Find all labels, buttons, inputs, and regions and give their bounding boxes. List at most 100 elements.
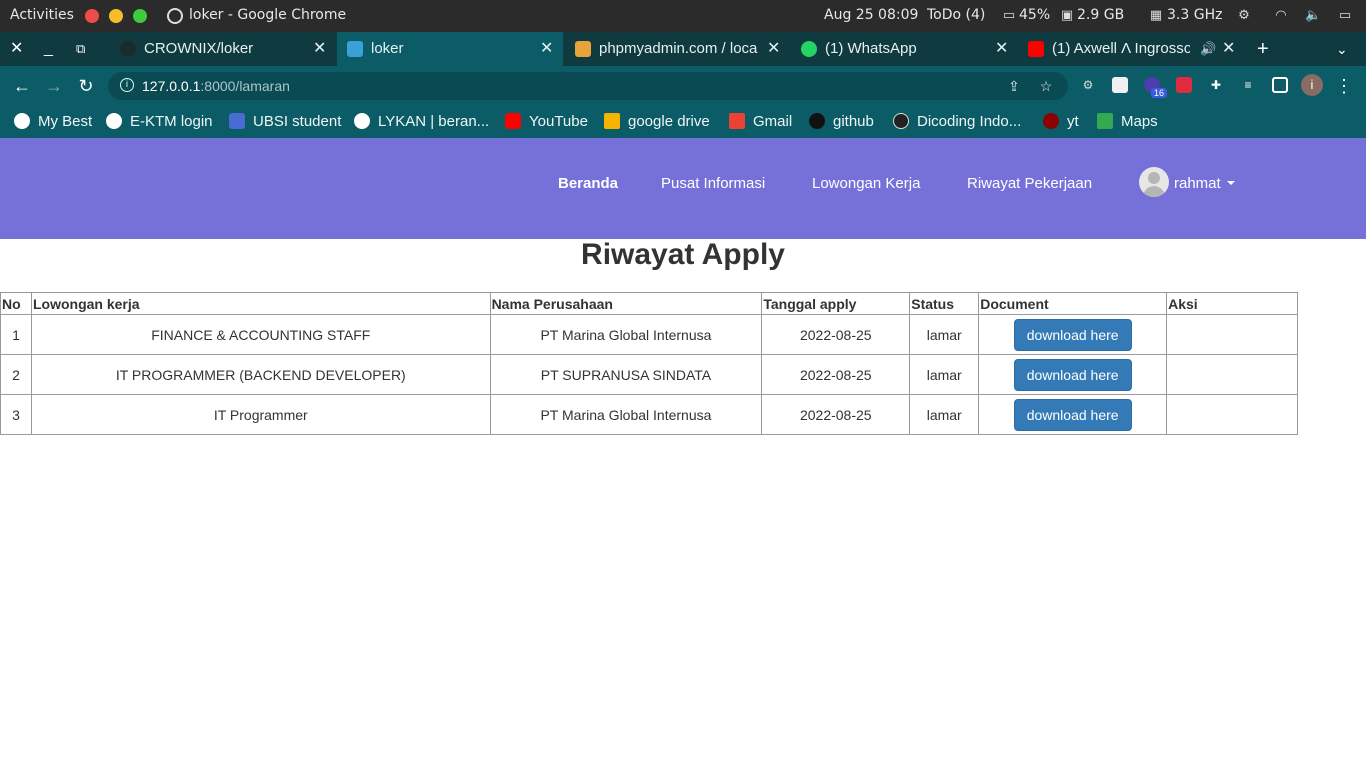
- chevron-down-icon[interactable]: ⌄: [1336, 32, 1348, 66]
- tab-crownix-loker[interactable]: CROWNIX/loker ✕: [110, 32, 335, 66]
- caret-down-icon: [1226, 181, 1235, 185]
- accessibility-icon[interactable]: ⚙: [1236, 8, 1252, 24]
- close-tab-icon[interactable]: ✕: [995, 32, 1008, 66]
- minimize-icon[interactable]: _: [44, 32, 53, 66]
- close-tab-icon[interactable]: ✕: [767, 32, 780, 66]
- yt-icon: [1043, 113, 1059, 129]
- gear-extension-icon[interactable]: ⚙: [1080, 77, 1096, 93]
- side-panel-icon[interactable]: [1272, 77, 1288, 93]
- download-button[interactable]: download here: [1013, 318, 1132, 351]
- info-icon[interactable]: i: [120, 78, 134, 92]
- bookmark-yt[interactable]: yt: [1043, 111, 1079, 133]
- col-aksi: Aksi: [1166, 292, 1298, 315]
- address-bar[interactable]: i 127.0.0.1:8000/lamaran ⇪ ☆: [108, 72, 1068, 100]
- tab-youtube[interactable]: (1) Axwell Λ Ingrosso 🔊 ✕: [1018, 32, 1243, 66]
- cpu-frequency[interactable]: 3.3 GHz: [1167, 7, 1222, 23]
- tab-label: loker: [371, 40, 404, 57]
- menu-icon[interactable]: ⋮: [1333, 75, 1355, 97]
- nav-riwayat-pekerjaan[interactable]: Riwayat Pekerjaan: [967, 175, 1092, 192]
- restore-icon[interactable]: ⧉: [76, 32, 85, 66]
- tab-label: (1) WhatsApp: [825, 40, 917, 57]
- new-tab-icon[interactable]: +: [1257, 32, 1269, 66]
- user-avatar[interactable]: [1139, 167, 1169, 197]
- user-menu[interactable]: rahmat: [1174, 175, 1235, 192]
- notes-extension-icon[interactable]: [1112, 77, 1128, 93]
- bookmarks-bar: My Best E-KTM login UBSI student LYKAN |…: [0, 106, 1366, 138]
- app-title[interactable]: loker - Google Chrome: [189, 7, 346, 23]
- tab-loker[interactable]: loker ✕: [337, 32, 563, 66]
- table-row: 2 IT PROGRAMMER (BACKEND DEVELOPER) PT S…: [0, 354, 1298, 395]
- close-tab-icon[interactable]: ✕: [313, 32, 326, 66]
- maps-icon: [1097, 113, 1113, 129]
- cell-date: 2022-08-25: [761, 354, 911, 395]
- close-tab-icon[interactable]: ✕: [540, 32, 553, 66]
- bookmark-dicoding[interactable]: Dicoding Indo...: [893, 111, 1021, 133]
- globe-icon: [106, 113, 122, 129]
- maximize-window-dot[interactable]: [133, 9, 147, 23]
- github-icon: [120, 41, 136, 57]
- cell-document: download here: [978, 354, 1168, 395]
- star-icon[interactable]: ☆: [1038, 78, 1054, 94]
- url-text[interactable]: 127.0.0.1:8000/lamaran: [142, 78, 290, 94]
- dicoding-icon: [893, 113, 909, 129]
- bookmark-youtube[interactable]: YouTube: [505, 111, 588, 133]
- bookmark-ubsi[interactable]: UBSI student: [229, 111, 341, 133]
- cell-status: lamar: [909, 354, 980, 395]
- col-tanggal: Tanggal apply: [761, 292, 911, 315]
- close-icon[interactable]: ✕: [10, 32, 23, 66]
- table-row: 1 FINANCE & ACCOUNTING STAFF PT Marina G…: [0, 314, 1298, 355]
- col-lowongan: Lowongan kerja: [30, 292, 491, 315]
- nav-pusat-informasi[interactable]: Pusat Informasi: [661, 175, 765, 192]
- playlist-icon[interactable]: ≡: [1240, 77, 1256, 93]
- cpu-usage[interactable]: 45%: [1019, 7, 1050, 23]
- volume-icon[interactable]: 🔈: [1305, 8, 1321, 24]
- bookmark-gmail[interactable]: Gmail: [729, 111, 792, 133]
- cell-action: [1166, 394, 1298, 435]
- pocket-icon[interactable]: [1176, 77, 1192, 93]
- col-no: No: [0, 292, 32, 315]
- minimize-window-dot[interactable]: [109, 9, 123, 23]
- share-icon[interactable]: ⇪: [1006, 78, 1022, 94]
- tab-phpmyadmin[interactable]: phpmyadmin.com / loca ✕: [565, 32, 790, 66]
- memory-usage[interactable]: 2.9 GB: [1077, 7, 1124, 23]
- drive-icon: [604, 113, 620, 129]
- back-icon[interactable]: ←: [11, 75, 33, 97]
- forward-icon[interactable]: →: [43, 75, 65, 97]
- nav-lowongan-kerja[interactable]: Lowongan Kerja: [812, 175, 920, 192]
- cpu-icon: ▭: [1002, 8, 1016, 23]
- download-button[interactable]: download here: [1013, 358, 1132, 391]
- apply-history-table: No Lowongan kerja Nama Perusahaan Tangga…: [0, 292, 1298, 435]
- tab-label: (1) Axwell Λ Ingrosso: [1052, 40, 1190, 57]
- globe-icon: [354, 113, 370, 129]
- bookmark-maps[interactable]: Maps: [1097, 111, 1158, 133]
- youtube-icon: [1028, 41, 1044, 57]
- bookmark-icon: [14, 113, 30, 129]
- bookmark-lykan[interactable]: LYKAN | beran...: [354, 111, 489, 133]
- puzzle-icon[interactable]: ✚: [1208, 77, 1224, 93]
- reload-icon[interactable]: ↻: [75, 75, 97, 97]
- bookmark-google-drive[interactable]: google drive: [604, 111, 710, 133]
- bookmark-github[interactable]: github: [809, 111, 874, 133]
- wifi-icon[interactable]: ◠: [1273, 8, 1289, 24]
- todo-indicator[interactable]: ToDo (4): [927, 7, 985, 23]
- speaker-icon[interactable]: 🔊: [1200, 32, 1216, 66]
- nav-beranda[interactable]: Beranda: [558, 175, 618, 192]
- tab-whatsapp[interactable]: (1) WhatsApp ✕: [791, 32, 1016, 66]
- clock[interactable]: Aug 25 08:09: [824, 7, 918, 23]
- avatar-body: [1143, 186, 1165, 197]
- ubsi-icon: [229, 113, 245, 129]
- download-button[interactable]: download here: [1013, 398, 1132, 431]
- close-window-dot[interactable]: [85, 9, 99, 23]
- activities-button[interactable]: Activities: [10, 7, 74, 23]
- close-tab-icon[interactable]: ✕: [1222, 32, 1235, 66]
- bookmark-ektm[interactable]: E-KTM login: [106, 111, 213, 133]
- cell-job: IT Programmer: [30, 394, 491, 435]
- cell-document: download here: [978, 394, 1168, 435]
- site-favicon-icon: [347, 41, 363, 57]
- gmail-icon: [729, 113, 745, 129]
- battery-icon[interactable]: ▭: [1337, 8, 1353, 24]
- tab-strip: ✕ _ ⧉ CROWNIX/loker ✕ loker ✕ phpmyadmin…: [0, 32, 1366, 66]
- bookmark-my-best[interactable]: My Best: [14, 111, 92, 133]
- cell-job: FINANCE & ACCOUNTING STAFF: [30, 314, 491, 355]
- profile-avatar[interactable]: i: [1301, 74, 1323, 96]
